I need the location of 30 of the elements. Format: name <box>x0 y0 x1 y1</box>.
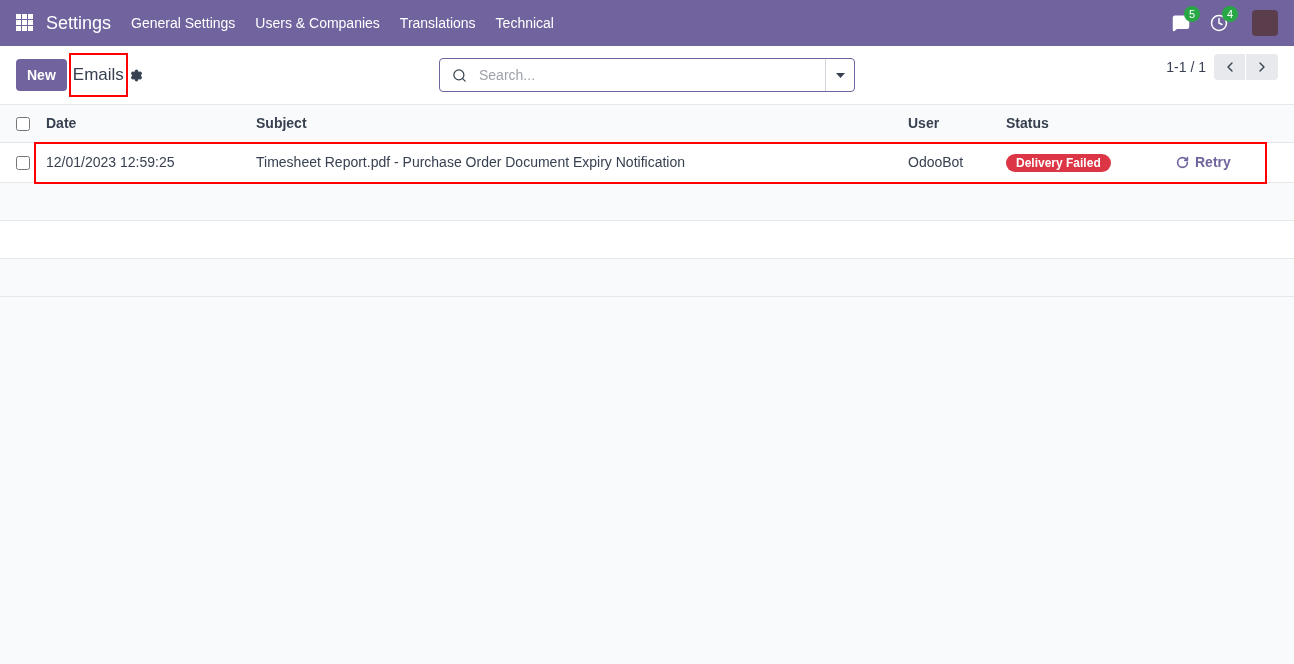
table-cell-text: OdooBot <box>908 153 965 172</box>
previous-button[interactable] <box>1214 54 1246 80</box>
search-input[interactable]: Search... <box>479 64 825 86</box>
count-badge: 4 <box>1222 6 1239 22</box>
menu-item[interactable]: Technical <box>495 12 554 34</box>
search-field[interactable]: Search... <box>439 58 855 92</box>
count-badge: 5 <box>1184 6 1201 22</box>
column-header[interactable]: Subject <box>256 113 908 134</box>
table-cell-text: 12/01/2023 12:59:25 <box>46 153 176 172</box>
menu-item[interactable]: General Settings <box>131 12 236 34</box>
select-all-checkbox[interactable] <box>16 116 30 131</box>
clock-icon[interactable] <box>1210 14 1228 32</box>
caret-icon[interactable] <box>835 72 845 78</box>
table-cell-text: Timesheet Report.pdf - Purchase Order Document Expiry Notification <box>256 153 686 172</box>
new-button[interactable]: New <box>16 59 67 91</box>
menu-item[interactable]: Translations <box>399 12 476 34</box>
pager-value: 1-1 / 1 <box>1166 57 1206 77</box>
column-header[interactable]: Status <box>1006 113 1126 134</box>
row-checkbox[interactable] <box>16 155 30 170</box>
app-name[interactable]: Settings <box>46 9 112 37</box>
app-grid-icon[interactable] <box>16 14 34 32</box>
search-icon <box>452 67 467 83</box>
column-header[interactable]: User <box>908 113 1006 134</box>
menu-item[interactable]: Users & Companies <box>255 12 380 34</box>
settings-icon[interactable] <box>129 68 143 82</box>
status-badge: Delivery Failed <box>1006 154 1111 172</box>
column-header[interactable]: Date <box>46 113 256 134</box>
refresh-icon <box>1176 156 1189 169</box>
retry-button[interactable]: Retry <box>1176 152 1231 173</box>
page-title: Emails <box>70 55 126 95</box>
